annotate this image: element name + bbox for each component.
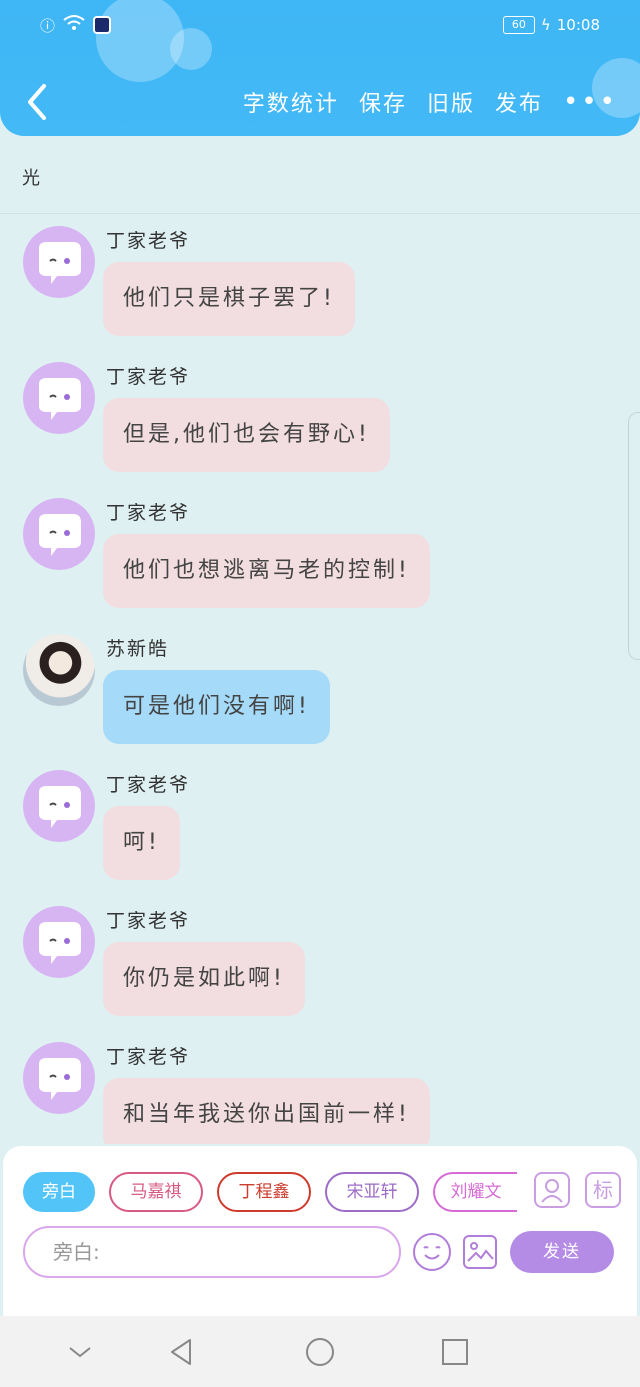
chevron-down-icon [69,1347,91,1358]
avatar[interactable] [23,906,95,978]
nav-recents-button[interactable] [437,1334,473,1370]
message-bubble[interactable]: 可是他们没有啊! [103,670,330,744]
message-input[interactable]: 旁白: [23,1226,401,1278]
wifi-icon [63,14,85,36]
sender-name: 丁家老爷 [106,502,191,524]
avatar[interactable] [23,226,95,298]
publish-button[interactable]: 发布 [495,86,543,118]
nav-back-button[interactable] [164,1334,200,1370]
role-chip[interactable]: 马嘉祺 [109,1172,203,1212]
message-bubble[interactable]: 他们只是棋子罢了! [103,262,355,336]
emoji-icon [423,1246,441,1260]
avatar[interactable] [23,362,95,434]
image-icon [467,1242,494,1262]
message-item[interactable]: 丁家老爷 呵! [0,758,640,894]
triangle-back-icon [171,1339,191,1365]
charging-icon: ϟ [540,16,551,34]
emoji-button[interactable] [413,1233,451,1271]
hide-keyboard-button[interactable] [62,1334,98,1370]
circle-home-icon [306,1338,334,1366]
sender-name: 丁家老爷 [106,910,191,932]
person-icon [541,1179,563,1203]
chat-bubble-icon [39,378,81,420]
role-selector: 旁白 马嘉祺 丁程鑫 宋亚轩 刘耀文 [23,1172,517,1212]
avatar[interactable] [23,498,95,570]
chat-bubble-icon [39,514,81,556]
avatar[interactable] [23,1042,95,1114]
chat-bubble-icon [39,242,81,284]
character-manage-button[interactable] [534,1172,570,1208]
image-button[interactable] [463,1235,497,1269]
message-item[interactable]: 丁家老爷 他们也想逃离马老的控制! [0,486,640,622]
chat-bubble-icon [39,1058,81,1100]
chat-bubble-icon [39,786,81,828]
mark-button[interactable]: 标 [585,1172,621,1208]
story-title: 光 [22,168,40,189]
sender-name: 丁家老爷 [106,366,191,388]
chevron-left-icon [28,84,46,120]
message-list[interactable]: 丁家老爷 他们只是棋子罢了! 丁家老爷 但是,他们也会有野心! 丁家老爷 他们也… [0,214,640,1144]
system-nav-bar [0,1316,640,1387]
word-count-button[interactable]: 字数统计 [243,86,339,118]
role-chip[interactable]: 宋亚轩 [325,1172,419,1212]
status-bar: ⓘ 60 ϟ 10:08 [0,12,640,42]
save-button[interactable]: 保存 [359,86,407,118]
sender-name: 丁家老爷 [106,774,191,796]
battery-icon: 60 [502,16,535,34]
message-bubble[interactable]: 呵! [103,806,180,880]
sender-name: 丁家老爷 [106,1046,191,1068]
message-item[interactable]: 丁家老爷 但是,他们也会有野心! [0,350,640,486]
status-time: 10:08 [556,16,600,34]
story-title-row[interactable]: 光 [0,136,640,214]
alert-icon: ⓘ [40,16,56,35]
role-chip[interactable]: 丁程鑫 [217,1172,311,1212]
message-bubble[interactable]: 和当年我送你出国前一样! [103,1078,430,1144]
message-bubble[interactable]: 你仍是如此啊! [103,942,305,1016]
message-item[interactable]: 丁家老爷 和当年我送你出国前一样! [0,1030,640,1144]
square-recents-icon [442,1339,468,1365]
chat-bubble-icon [39,922,81,964]
avatar[interactable] [23,770,95,842]
message-bubble[interactable]: 他们也想逃离马老的控制! [103,534,430,608]
sender-name: 丁家老爷 [106,230,191,252]
old-version-button[interactable]: 旧版 [427,86,475,118]
message-item[interactable]: 苏新皓 可是他们没有啊! [0,622,640,758]
message-item[interactable]: 丁家老爷 你仍是如此啊! [0,894,640,1030]
app-header: ⓘ 60 ϟ 10:08 字数统计 保存 旧版 发布 ••• [0,0,640,136]
compose-panel: 旁白 马嘉祺 丁程鑫 宋亚轩 刘耀文 标 旁白: 发送 [3,1146,637,1316]
back-button[interactable] [22,82,52,122]
sender-name: 苏新皓 [106,638,170,660]
message-item[interactable]: 丁家老爷 他们只是棋子罢了! [0,214,640,350]
nav-home-button[interactable] [302,1334,338,1370]
app-notification-icon [93,16,112,34]
role-chip-narration[interactable]: 旁白 [23,1172,95,1212]
role-chip[interactable]: 刘耀文 [433,1172,517,1212]
send-button[interactable]: 发送 [510,1231,614,1273]
message-bubble[interactable]: 但是,他们也会有野心! [103,398,390,472]
scrollbar[interactable] [628,412,640,660]
avatar[interactable] [23,634,95,706]
more-icon[interactable]: ••• [563,87,618,117]
header-actions: 字数统计 保存 旧版 发布 ••• [243,86,618,118]
